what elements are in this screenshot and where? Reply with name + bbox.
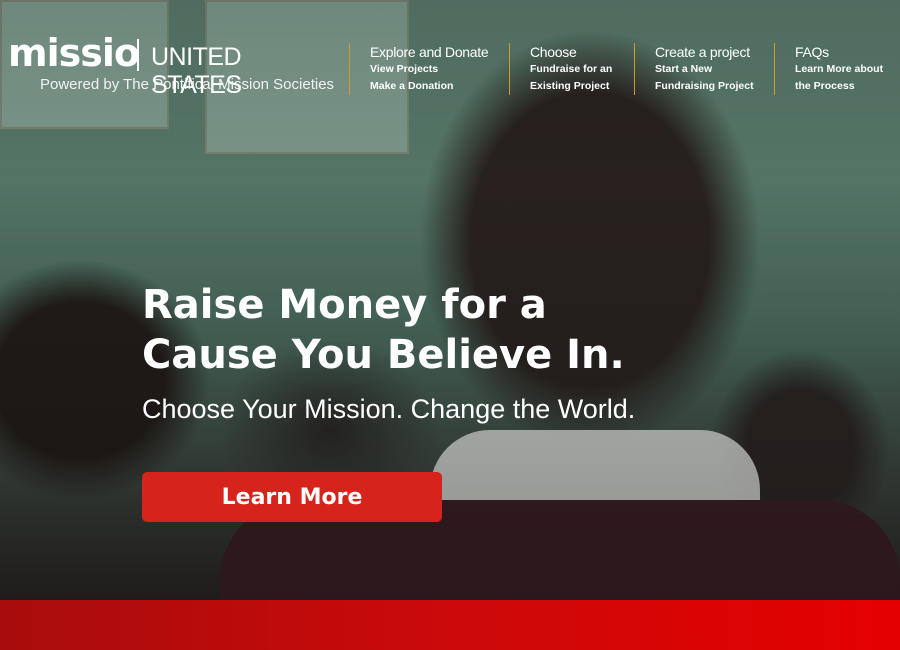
nav-item-sub: Start a New	[655, 63, 713, 75]
nav-item-title: Create a project	[655, 44, 750, 60]
landing-page: missio UNITED STATES Powered by The Pont…	[0, 0, 900, 650]
nav-item-title: Explore and Donate	[370, 44, 489, 60]
hero-title-line: Cause You Believe In.	[142, 332, 625, 378]
nav-item-sub: Fundraise for an	[530, 63, 613, 75]
nav-item-choose[interactable]: Choose Fundraise for an Existing Project	[509, 43, 612, 95]
hero-subtitle: Choose Your Mission. Change the World.	[142, 394, 636, 424]
nav-item-sub: Existing Project	[530, 80, 610, 92]
hero-title-line: Raise Money for a	[142, 282, 547, 328]
nav-item-title: FAQs	[795, 44, 829, 60]
logo-tagline: Powered by The Pontifical Mission Societ…	[40, 76, 335, 93]
nav-item-sub: Fundraising Project	[655, 80, 754, 92]
logo-divider	[137, 39, 139, 71]
learn-more-button[interactable]: Learn More	[142, 472, 442, 522]
nav-item-title: Choose	[530, 44, 577, 60]
nav-item-explore-donate[interactable]: Explore and Donate View Projects Make a …	[349, 43, 489, 95]
nav-item-sub: the Process	[795, 80, 855, 92]
nav-link-make-donation[interactable]: Make a Donation	[370, 78, 488, 95]
site-logo[interactable]: missio UNITED STATES Powered by The Pont…	[8, 31, 334, 99]
nav-item-faqs[interactable]: FAQs Learn More about the Process	[774, 43, 883, 95]
red-footer-band	[0, 600, 900, 650]
logo-wordmark: missio	[8, 31, 140, 75]
hero-title: Raise Money for a Cause You Believe In.	[142, 280, 702, 380]
nav-item-create-project[interactable]: Create a project Start a New Fundraising…	[634, 43, 754, 95]
nav-item-sub: Learn More about	[795, 63, 884, 75]
nav-link-view-projects[interactable]: View Projects	[370, 61, 488, 78]
